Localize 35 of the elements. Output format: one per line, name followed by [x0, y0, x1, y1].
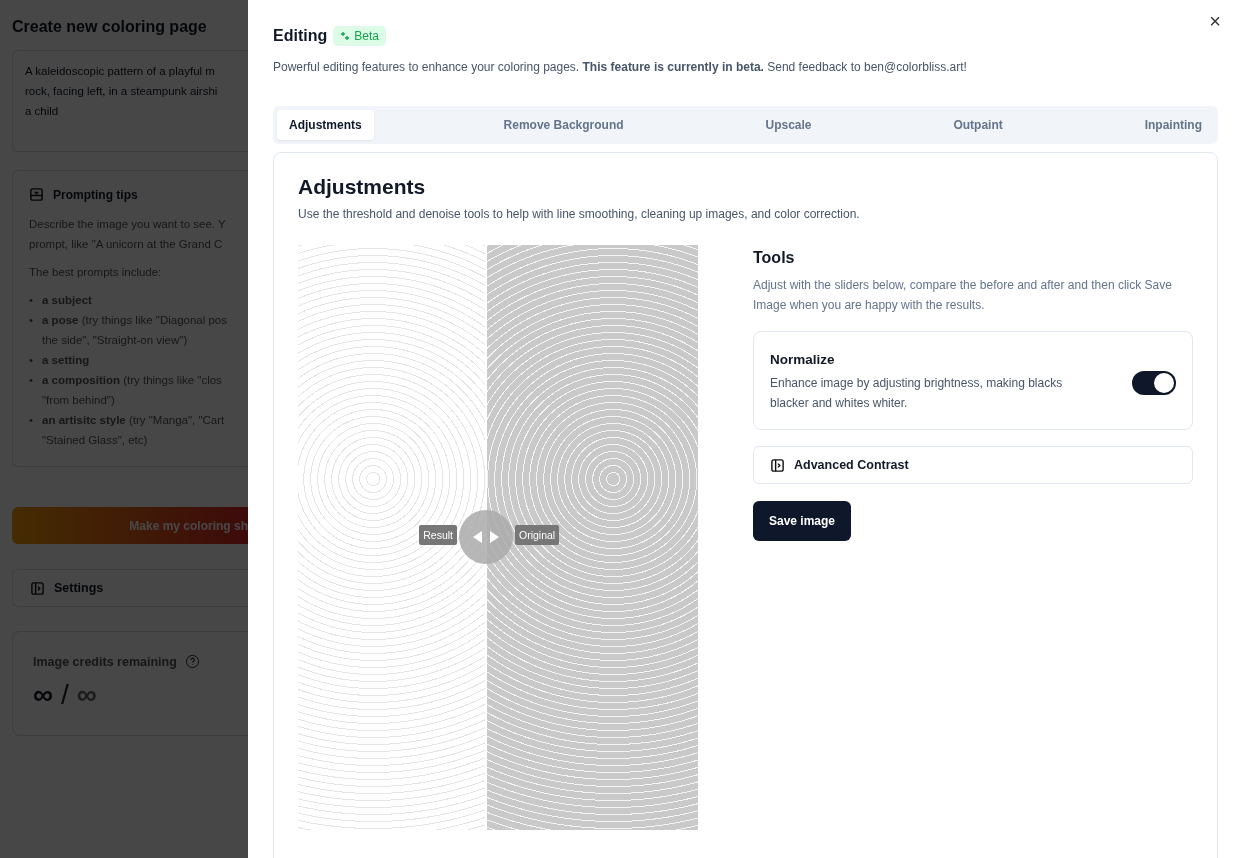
advanced-contrast-label: Advanced Contrast	[794, 458, 909, 472]
bullet: •	[29, 353, 34, 368]
normalize-description: Enhance image by adjusting brightness, making blacks blacker and whites whiter.	[770, 375, 1064, 412]
toggle-switch[interactable]	[1132, 370, 1176, 395]
tools-description: Adjust with the sliders below, compare the before and after and then click Save Image when you are happy with the results.	[753, 277, 1173, 314]
drawer-description: Powerful editing features to enhance your coloring pages. This feature is currently in beta. Send feedback to ben@colorbliss.art!	[273, 60, 968, 74]
tools-title: Tools	[753, 249, 796, 267]
normalize-title: Normalize	[770, 352, 836, 367]
badge-label: Beta	[354, 29, 379, 43]
panel-description: Use the threshold and denoise tools to help with line smoothing, cleaning up images, and color correction.	[298, 207, 861, 221]
bullet: •	[29, 313, 34, 328]
drawer-title: Editing	[273, 27, 328, 45]
tab[interactable]: Upscale	[753, 110, 824, 140]
settings-label: Settings	[54, 581, 104, 595]
tab[interactable]: Adjustments	[277, 110, 374, 140]
save-button[interactable]: Save image	[753, 501, 852, 541]
tab[interactable]: Inpainting	[1132, 110, 1214, 140]
tab[interactable]: Outpaint	[941, 110, 1015, 140]
original-label: Original	[515, 525, 560, 545]
bullet: •	[29, 373, 34, 388]
credits-used: ∞	[33, 679, 53, 711]
panel-title: Adjustments	[298, 175, 427, 199]
advanced-contrast-panel[interactable]: Advanced Contrast	[753, 446, 1193, 484]
panel-icon	[770, 457, 785, 473]
sparkle-icon	[340, 31, 351, 41]
left-right-arrows-icon	[471, 530, 501, 544]
bullet: •	[29, 293, 34, 308]
result-label: Result	[419, 525, 457, 545]
credits-separator: /	[60, 679, 69, 711]
tips-title: Prompting tips	[53, 187, 138, 202]
bullet: •	[29, 413, 34, 428]
close-button[interactable]: ×	[1205, 10, 1225, 33]
tab[interactable]: Remove Background	[491, 110, 636, 140]
page-title: Create new coloring page	[12, 18, 208, 36]
credits-total: ∞	[76, 679, 97, 711]
